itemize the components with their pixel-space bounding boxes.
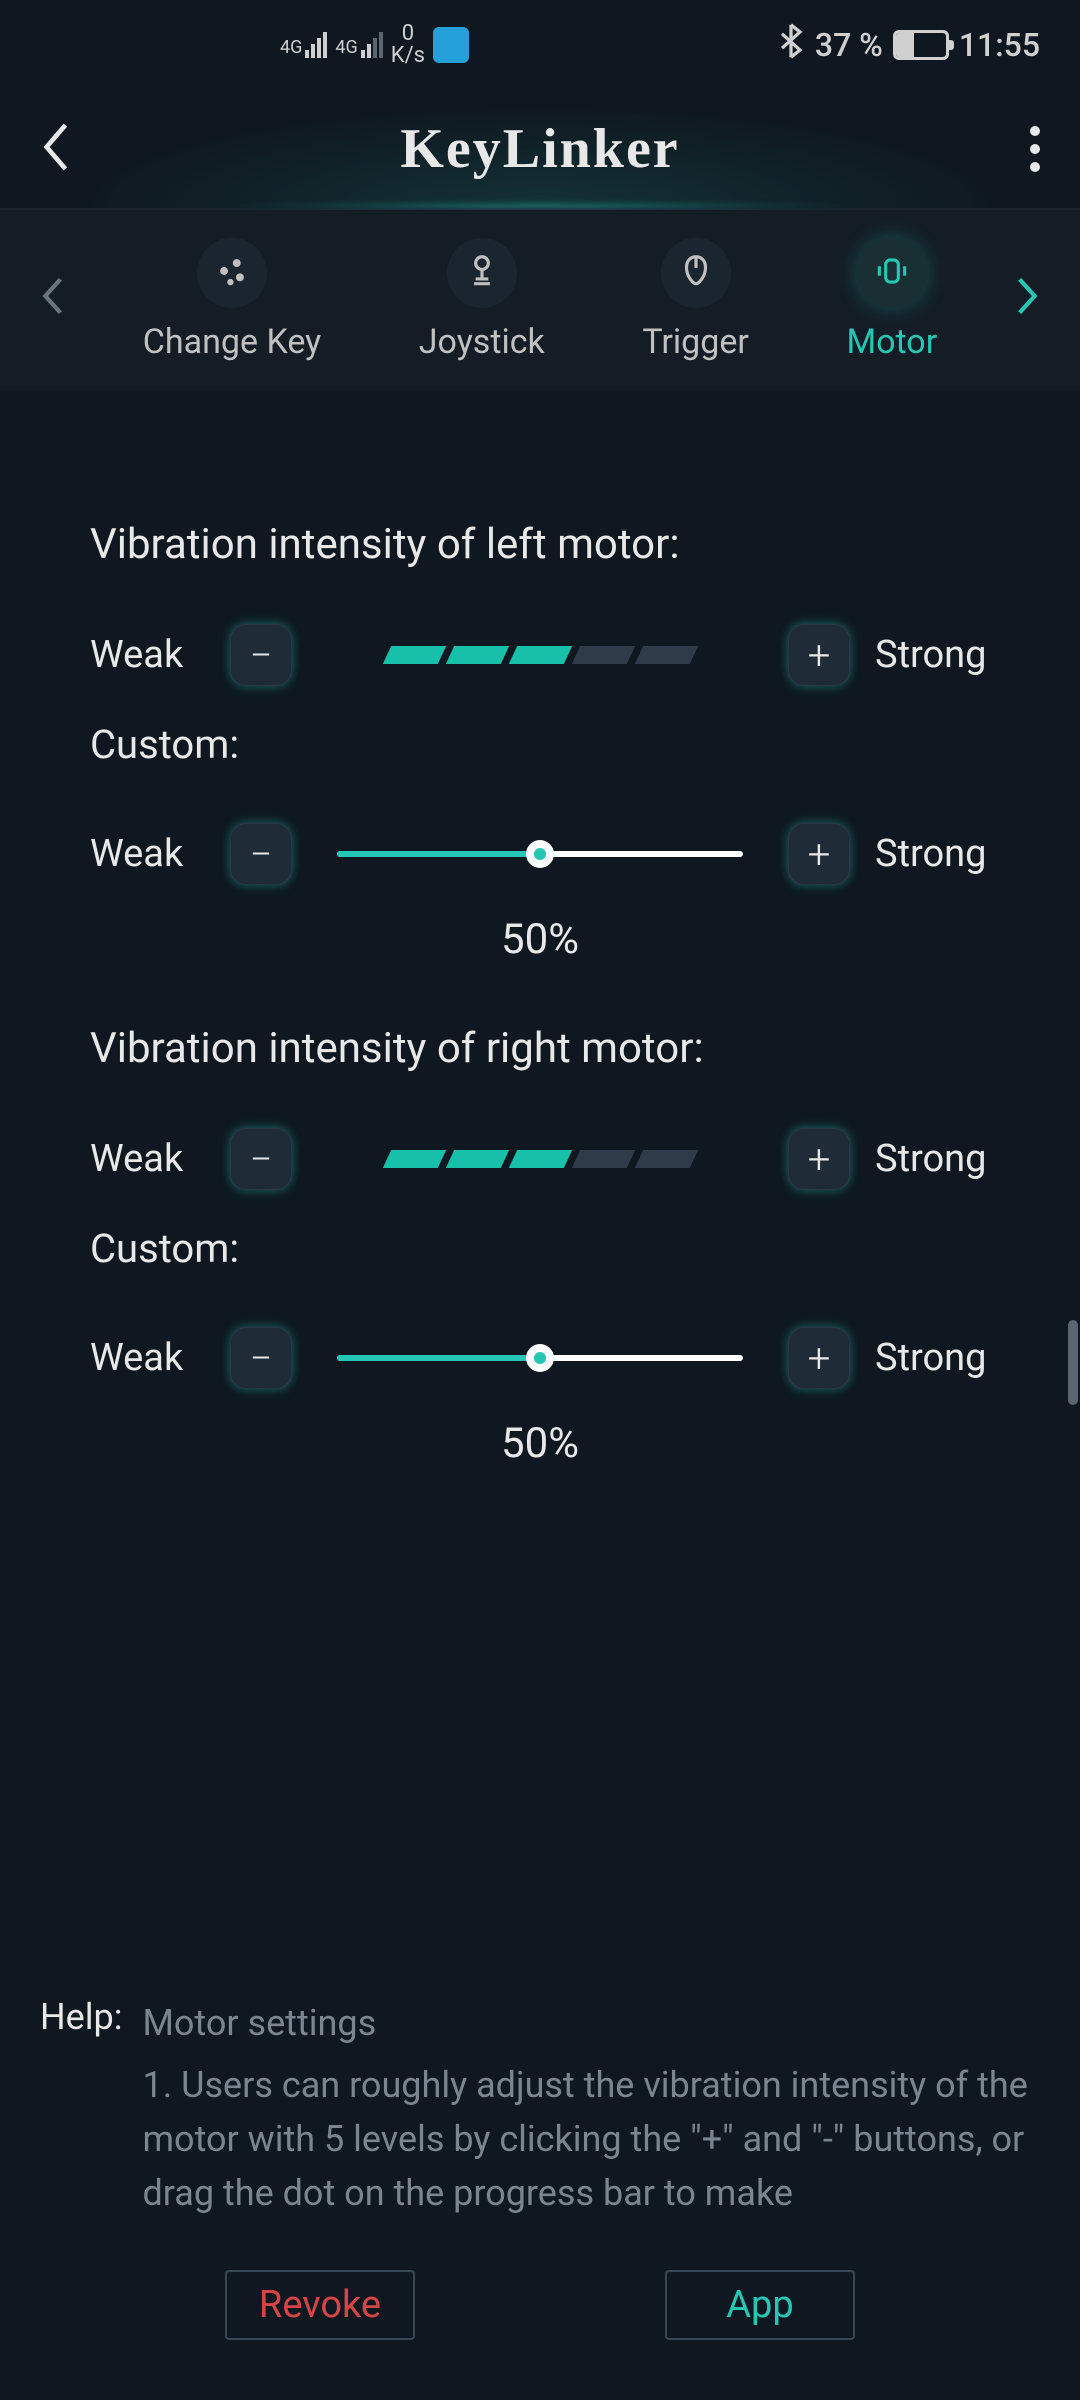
- right-custom-minus-button[interactable]: −: [230, 1327, 292, 1389]
- left-custom-slider[interactable]: [337, 851, 743, 857]
- weak-label: Weak: [90, 633, 205, 677]
- left-slider-value: 50%: [501, 915, 579, 964]
- app-status-icon: [433, 27, 469, 63]
- tab-trigger[interactable]: Trigger: [642, 238, 749, 362]
- clock: 11:55: [959, 26, 1040, 64]
- tab-joystick[interactable]: Joystick: [419, 238, 545, 362]
- right-custom-label: Custom:: [90, 1225, 990, 1272]
- strong-label: Strong: [875, 1336, 990, 1380]
- left-level-minus-button[interactable]: −: [230, 624, 292, 686]
- battery-icon: [893, 30, 949, 60]
- overflow-menu-button[interactable]: [1030, 126, 1040, 172]
- tab-label: Motor: [846, 322, 937, 362]
- right-level-indicator: [317, 1150, 763, 1168]
- left-level-indicator: [317, 646, 763, 664]
- help-title: Motor settings: [142, 1996, 1040, 2050]
- strong-label: Strong: [875, 633, 990, 677]
- data-rate: 0 K/s: [391, 23, 425, 67]
- right-level-minus-button[interactable]: −: [230, 1128, 292, 1190]
- tab-scroll-left[interactable]: [30, 264, 74, 337]
- change-key-icon: [213, 252, 251, 294]
- tab-scroll-right[interactable]: [1006, 264, 1050, 337]
- tab-label: Change Key: [143, 322, 321, 362]
- trigger-icon: [677, 252, 715, 294]
- tab-label: Joystick: [419, 322, 545, 362]
- tab-label: Trigger: [642, 322, 749, 362]
- tab-bar: Change Key Joystick Trigger Motor: [0, 210, 1080, 390]
- signal-2: 4G: [335, 32, 382, 58]
- right-custom-plus-button[interactable]: +: [788, 1327, 850, 1389]
- signal-1: 4G: [280, 32, 327, 58]
- right-level-plus-button[interactable]: +: [788, 1128, 850, 1190]
- app-button[interactable]: App: [665, 2270, 855, 2340]
- help-section: Help: Motor settings 1. Users can roughl…: [0, 1996, 1080, 2220]
- bluetooth-icon: [777, 23, 805, 67]
- left-custom-plus-button[interactable]: +: [788, 823, 850, 885]
- left-motor-title: Vibration intensity of left motor:: [90, 520, 990, 569]
- revoke-button[interactable]: Revoke: [225, 2270, 415, 2340]
- right-slider-value: 50%: [501, 1419, 579, 1468]
- motor-icon: [873, 252, 911, 294]
- strong-label: Strong: [875, 1137, 990, 1181]
- right-motor-title: Vibration intensity of right motor:: [90, 1024, 990, 1073]
- back-button[interactable]: [40, 122, 72, 176]
- tab-change-key[interactable]: Change Key: [143, 238, 321, 362]
- left-custom-label: Custom:: [90, 721, 990, 768]
- left-custom-minus-button[interactable]: −: [230, 823, 292, 885]
- joystick-icon: [463, 252, 501, 294]
- weak-label: Weak: [90, 832, 205, 876]
- status-bar: 4G 4G 0 K/s 37 % 11:55: [0, 0, 1080, 90]
- strong-label: Strong: [875, 832, 990, 876]
- header: KeyLinker: [0, 90, 1080, 210]
- right-custom-slider[interactable]: [337, 1355, 743, 1361]
- tab-motor[interactable]: Motor: [846, 238, 937, 362]
- scroll-indicator[interactable]: [1068, 1320, 1078, 1405]
- weak-label: Weak: [90, 1137, 205, 1181]
- help-label: Help:: [40, 1996, 122, 2220]
- weak-label: Weak: [90, 1336, 205, 1380]
- app-title: KeyLinker: [400, 117, 679, 181]
- battery-percent: 37 %: [815, 26, 883, 64]
- left-level-plus-button[interactable]: +: [788, 624, 850, 686]
- help-body: 1. Users can roughly adjust the vibratio…: [142, 2058, 1040, 2220]
